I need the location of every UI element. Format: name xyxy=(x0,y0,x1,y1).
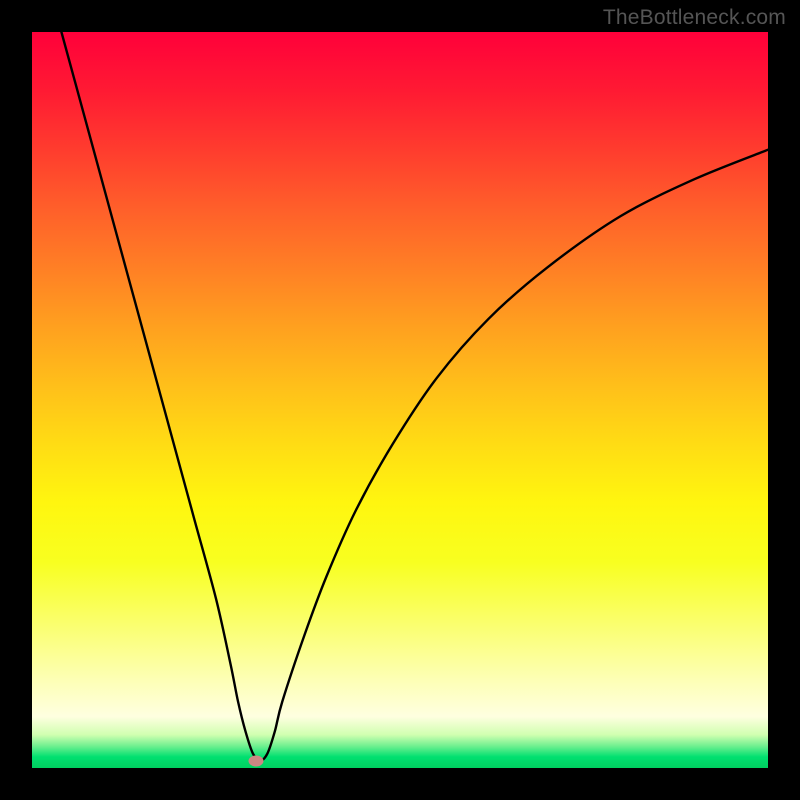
curve-svg xyxy=(32,32,768,768)
watermark-text: TheBottleneck.com xyxy=(603,6,786,30)
bottleneck-curve xyxy=(61,32,768,761)
chart-frame: TheBottleneck.com xyxy=(0,0,800,800)
plot-area xyxy=(32,32,768,768)
optimum-marker xyxy=(249,755,264,766)
